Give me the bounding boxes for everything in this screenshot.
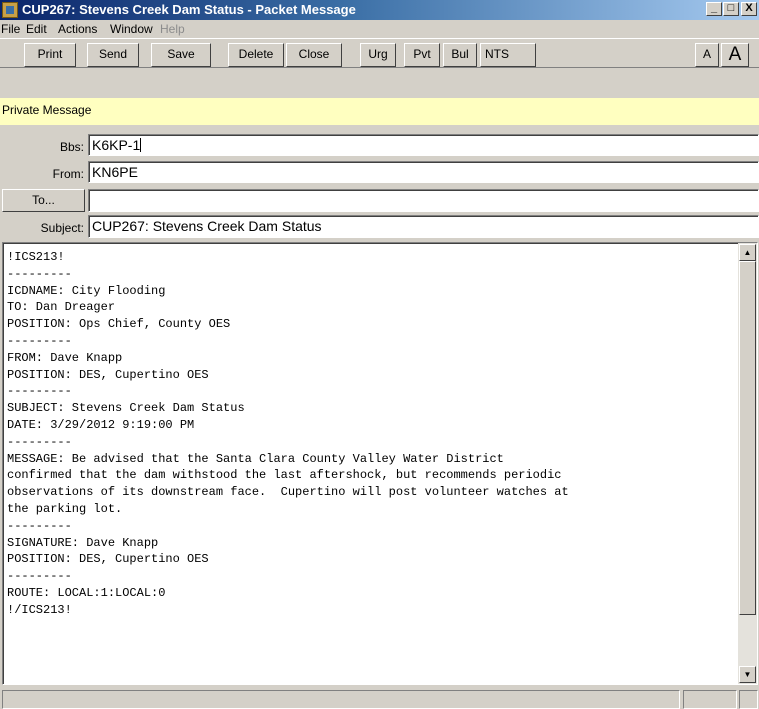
vertical-scrollbar[interactable]: ▲ ▼ xyxy=(738,243,757,684)
print-button[interactable]: Print xyxy=(24,43,76,67)
message-body-text[interactable]: !ICS213! --------- ICDNAME: City Floodin… xyxy=(7,249,569,619)
from-label: From: xyxy=(52,167,84,181)
close-window-button[interactable]: X xyxy=(741,2,757,16)
size-grip-icon[interactable] xyxy=(739,690,758,709)
status-pane-right xyxy=(683,690,737,709)
minimize-button[interactable]: _ xyxy=(706,2,722,16)
urgent-button[interactable]: Urg xyxy=(360,43,396,67)
private-message-banner: Private Message xyxy=(0,98,759,125)
scroll-thumb[interactable] xyxy=(739,261,756,615)
send-button[interactable]: Send xyxy=(87,43,139,67)
to-field[interactable] xyxy=(88,189,759,212)
nts-button[interactable]: NTS xyxy=(480,43,536,67)
packet-message-window: CUP267: Stevens Creek Dam Status - Packe… xyxy=(0,0,759,709)
title-bar[interactable]: CUP267: Stevens Creek Dam Status - Packe… xyxy=(0,0,759,20)
bulletin-button[interactable]: Bul xyxy=(443,43,477,67)
save-button[interactable]: Save xyxy=(151,43,211,67)
scroll-up-icon[interactable]: ▲ xyxy=(739,244,756,261)
menu-window[interactable]: Window xyxy=(110,22,153,36)
from-field[interactable]: KN6PE xyxy=(88,161,759,183)
delete-button[interactable]: Delete xyxy=(228,43,284,67)
font-larger-button[interactable]: A xyxy=(721,43,749,67)
menu-edit[interactable]: Edit xyxy=(26,22,47,36)
private-button[interactable]: Pvt xyxy=(404,43,440,67)
maximize-button[interactable]: □ xyxy=(723,2,739,16)
text-cursor xyxy=(140,138,142,152)
status-pane-main xyxy=(2,690,680,709)
menu-actions[interactable]: Actions xyxy=(58,22,97,36)
message-body-area[interactable]: !ICS213! --------- ICDNAME: City Floodin… xyxy=(2,242,758,685)
toolbar: Print Send Save Delete Close Urg Pvt Bul… xyxy=(0,38,759,68)
scroll-down-icon[interactable]: ▼ xyxy=(739,666,756,683)
app-icon[interactable] xyxy=(2,2,18,18)
window-title: CUP267: Stevens Creek Dam Status - Packe… xyxy=(22,2,356,17)
font-smaller-button[interactable]: A xyxy=(695,43,719,67)
menu-file[interactable]: File xyxy=(1,22,20,36)
close-button[interactable]: Close xyxy=(286,43,342,67)
subject-label: Subject: xyxy=(40,221,84,235)
subject-field[interactable]: CUP267: Stevens Creek Dam Status xyxy=(88,215,759,238)
to-button[interactable]: To... xyxy=(2,189,85,212)
menu-help[interactable]: Help xyxy=(160,22,185,36)
status-bar xyxy=(0,688,759,709)
menu-bar: File Edit Actions Window Help xyxy=(0,20,759,38)
bbs-field[interactable]: K6KP-1 xyxy=(88,134,759,156)
bbs-value: K6KP-1 xyxy=(92,137,141,153)
private-message-label: Private Message xyxy=(2,103,92,117)
bbs-label: Bbs: xyxy=(59,140,84,154)
